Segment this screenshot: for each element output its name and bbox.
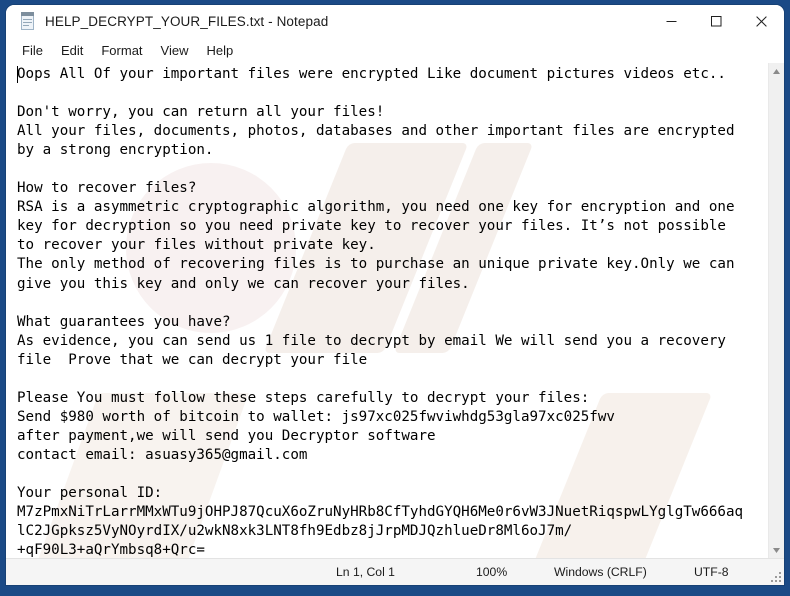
text-editor[interactable]: Oops All Of your important files were en… bbox=[6, 63, 768, 558]
scroll-down-button[interactable] bbox=[769, 542, 784, 558]
status-zoom-level[interactable]: 100% bbox=[466, 565, 544, 579]
scroll-down-icon bbox=[773, 547, 780, 553]
menu-item-edit[interactable]: Edit bbox=[52, 41, 92, 60]
caption-buttons bbox=[649, 5, 784, 38]
status-cursor-position[interactable]: Ln 1, Col 1 bbox=[326, 565, 466, 579]
ransom-note-text[interactable]: Oops All Of your important files were en… bbox=[17, 65, 768, 558]
title-bar[interactable]: HELP_DECRYPT_YOUR_FILES.txt - Notepad bbox=[6, 5, 784, 38]
scroll-up-button[interactable] bbox=[769, 63, 784, 79]
text-caret bbox=[17, 66, 18, 83]
notepad-icon bbox=[19, 12, 36, 31]
scroll-up-icon bbox=[773, 68, 780, 74]
menu-item-help[interactable]: Help bbox=[197, 41, 242, 60]
notepad-window: HELP_DECRYPT_YOUR_FILES.txt - Notepad Fi… bbox=[6, 5, 784, 585]
title-bar-left: HELP_DECRYPT_YOUR_FILES.txt - Notepad bbox=[6, 12, 328, 31]
menu-item-file[interactable]: File bbox=[13, 41, 52, 60]
menu-bar: File Edit Format View Help bbox=[6, 38, 784, 63]
vertical-scrollbar[interactable] bbox=[768, 63, 784, 558]
maximize-button[interactable] bbox=[694, 5, 739, 38]
status-line-ending[interactable]: Windows (CRLF) bbox=[544, 565, 684, 579]
editor-area: Oops All Of your important files were en… bbox=[6, 63, 784, 558]
minimize-button[interactable] bbox=[649, 5, 694, 38]
close-icon bbox=[756, 16, 767, 27]
menu-item-format[interactable]: Format bbox=[92, 41, 151, 60]
status-encoding[interactable]: UTF-8 bbox=[684, 565, 784, 579]
status-bar: Ln 1, Col 1 100% Windows (CRLF) UTF-8 bbox=[6, 558, 784, 585]
minimize-icon bbox=[666, 21, 677, 22]
resize-grip[interactable] bbox=[771, 572, 781, 582]
menu-item-view[interactable]: View bbox=[152, 41, 198, 60]
scrollbar-track[interactable] bbox=[769, 79, 784, 542]
maximize-icon bbox=[711, 16, 722, 27]
close-button[interactable] bbox=[739, 5, 784, 38]
window-title: HELP_DECRYPT_YOUR_FILES.txt - Notepad bbox=[45, 14, 329, 29]
